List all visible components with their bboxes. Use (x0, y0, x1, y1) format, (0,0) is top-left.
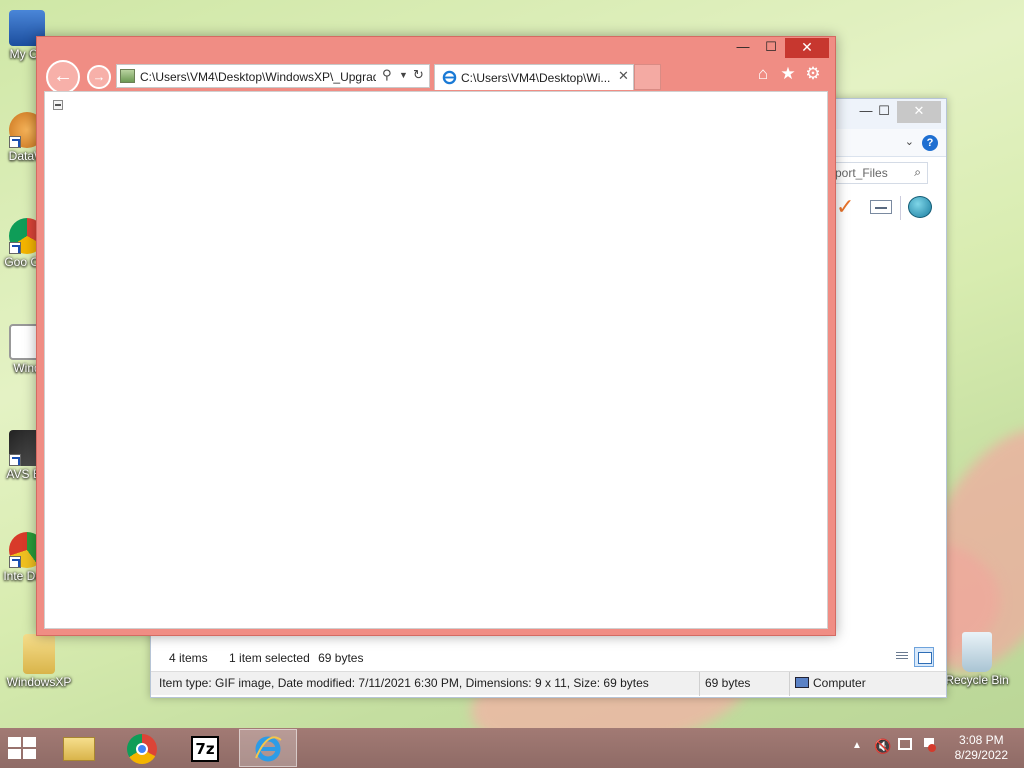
search-input[interactable]: port_Files ⌕ (834, 162, 928, 184)
windows-logo-icon (8, 737, 21, 747)
clock-date: 8/29/2022 (954, 748, 1008, 762)
shortcut-arrow-icon (9, 454, 21, 466)
recycle-bin-icon (962, 632, 992, 672)
shortcut-arrow-icon (9, 242, 21, 254)
desktop-icon-label: Recycle Bin (945, 673, 1009, 687)
image-favicon-icon (120, 69, 135, 83)
help-icon[interactable]: ? (922, 135, 938, 151)
system-clock[interactable]: 3:08 PM 8/29/2022 (955, 733, 1008, 763)
globe-icon[interactable] (908, 196, 932, 218)
location-label: Computer (813, 676, 866, 690)
windows-logo-pane (23, 737, 36, 747)
new-tab-button[interactable] (634, 64, 661, 90)
shortcut-arrow-icon (9, 556, 21, 568)
desktop-icon-label: WindowsXP (6, 675, 72, 689)
chrome-icon (127, 734, 157, 764)
explorer-toolbar: ✓ (834, 194, 944, 222)
explorer-status-bar: 4 items 1 item selected 69 bytes (151, 646, 946, 668)
card-icon[interactable] (870, 200, 892, 214)
refresh-icon[interactable]: ↻ (413, 67, 424, 83)
toolbar-divider (900, 196, 901, 220)
large-icons-view-icon[interactable] (914, 647, 934, 667)
address-text[interactable]: C:\Users\VM4\Desktop\WindowsXP\_Upgrad (140, 70, 376, 84)
checkmark-icon[interactable]: ✓ (836, 194, 854, 220)
item-count: 4 items (169, 651, 208, 665)
home-icon[interactable]: ⌂ (753, 64, 773, 84)
ie-logo-icon (442, 70, 457, 85)
close-button[interactable]: ✕ (897, 101, 941, 123)
forward-arrow-icon: → (92, 69, 106, 84)
taskbar: 7z ▲ 🔇 3:08 PM 8/29/2022 (0, 728, 1024, 768)
gear-icon[interactable]: ⚙ (803, 64, 823, 84)
taskbar-file-explorer[interactable] (50, 729, 108, 767)
selection-count: 1 item selected (229, 651, 310, 665)
desktop-icon-windowsxp-folder[interactable]: WindowsXP (4, 634, 74, 689)
selection-size: 69 bytes (318, 651, 364, 665)
search-icon[interactable]: ⌕ (914, 165, 921, 180)
clock-time: 3:08 PM (958, 733, 1004, 747)
desktop-icon-recycle-bin[interactable]: Recycle Bin (940, 632, 1014, 687)
taskbar-chrome[interactable] (113, 729, 171, 767)
status-divider (789, 672, 790, 696)
search-input-text: port_Files (835, 166, 888, 180)
minimize-button[interactable]: — (729, 38, 757, 58)
maximize-button[interactable]: ☐ (869, 101, 899, 123)
back-arrow-icon: ← (53, 65, 73, 87)
show-hidden-icons-button[interactable]: ▲ (852, 740, 862, 768)
network-icon[interactable] (898, 738, 914, 754)
details-bar: Item type: GIF image, Date modified: 7/1… (151, 671, 946, 696)
address-bar[interactable]: C:\Users\VM4\Desktop\WindowsXP\_Upgrad ⚲… (116, 64, 430, 88)
view-switcher (892, 647, 938, 669)
details-view-icon[interactable] (892, 647, 912, 667)
internet-explorer-window[interactable]: — ☐ ✕ ← → C:\Users\VM4\Desktop\WindowsXP… (36, 36, 836, 636)
7zip-icon: 7z (191, 736, 219, 762)
details-location: Computer (795, 676, 866, 690)
close-button[interactable]: ✕ (785, 38, 829, 58)
status-divider (699, 672, 700, 696)
item-details-text: Item type: GIF image, Date modified: 7/1… (159, 676, 649, 690)
page-content[interactable] (44, 91, 828, 629)
forward-button[interactable]: → (87, 65, 111, 89)
windows-logo-pane (8, 749, 21, 759)
tab-title: C:\Users\VM4\Desktop\Wi... (461, 71, 611, 85)
details-size: 69 bytes (705, 676, 751, 690)
taskbar-7zip[interactable]: 7z (176, 729, 234, 767)
chevron-down-icon[interactable]: ▼ (399, 70, 408, 80)
computer-icon (795, 677, 809, 688)
close-tab-icon[interactable]: ✕ (618, 68, 629, 84)
taskbar-internet-explorer[interactable] (239, 729, 297, 767)
action-center-flag-icon[interactable] (922, 738, 938, 754)
search-icon[interactable]: ⚲ (382, 67, 392, 83)
maximize-button[interactable]: ☐ (757, 38, 785, 58)
image-placeholder-icon (53, 100, 63, 110)
speaker-muted-icon[interactable]: 🔇 (874, 738, 891, 768)
favorites-star-icon[interactable]: ★ (778, 64, 798, 84)
start-button[interactable] (8, 737, 38, 759)
windows-logo-pane (23, 749, 36, 759)
browser-tab[interactable]: C:\Users\VM4\Desktop\Wi... ✕ (434, 64, 634, 90)
ie-logo-icon (255, 736, 282, 762)
back-button[interactable]: ← (46, 60, 80, 94)
folder-icon (23, 634, 55, 674)
chevron-down-icon[interactable]: ⌄ (905, 135, 914, 148)
folder-icon (63, 737, 95, 761)
shortcut-arrow-icon (9, 136, 21, 148)
